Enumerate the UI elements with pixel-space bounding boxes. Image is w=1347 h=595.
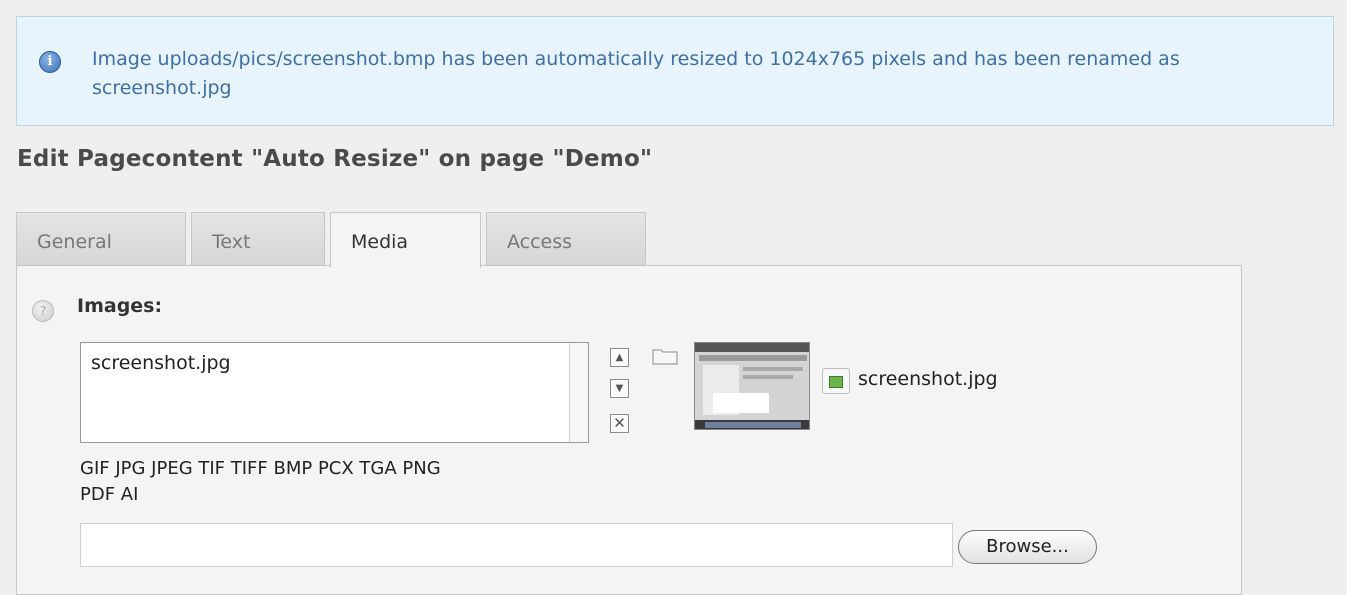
allowed-file-types: GIF JPG JPEG TIF TIFF BMP PCX TGA PNG PD… [80, 456, 600, 508]
browse-button[interactable]: Browse... [958, 530, 1097, 564]
folder-icon[interactable] [652, 347, 678, 365]
info-icon: i [39, 51, 61, 73]
image-thumbnail[interactable] [694, 342, 810, 430]
listbox-scrollbar[interactable] [569, 343, 588, 442]
remove-button[interactable]: ✕ [610, 414, 629, 433]
file-upload-input[interactable] [80, 523, 953, 567]
tab-text[interactable]: Text [191, 212, 325, 266]
info-notice: i Image uploads/pics/screenshot.bmp has … [16, 16, 1334, 126]
allowed-types-line-1: GIF JPG JPEG TIF TIFF BMP PCX TGA PNG [80, 458, 441, 479]
help-icon[interactable]: ? [32, 300, 54, 322]
tab-access[interactable]: Access [486, 212, 646, 266]
notice-text: Image uploads/pics/screenshot.bmp has be… [92, 48, 1180, 99]
allowed-types-line-2: PDF AI [80, 484, 139, 505]
list-item[interactable]: screenshot.jpg [91, 352, 231, 374]
move-up-button[interactable]: ▲ [610, 348, 629, 367]
tab-media[interactable]: Media [330, 212, 481, 268]
images-label: Images: [77, 295, 163, 317]
tab-general[interactable]: General [16, 212, 186, 266]
page-title: Edit Pagecontent "Auto Resize" on page "… [17, 146, 653, 172]
move-down-button[interactable]: ▼ [610, 379, 629, 398]
images-listbox[interactable]: screenshot.jpg [80, 342, 589, 443]
file-name-link[interactable]: screenshot.jpg [858, 368, 998, 390]
image-file-icon [822, 368, 850, 394]
